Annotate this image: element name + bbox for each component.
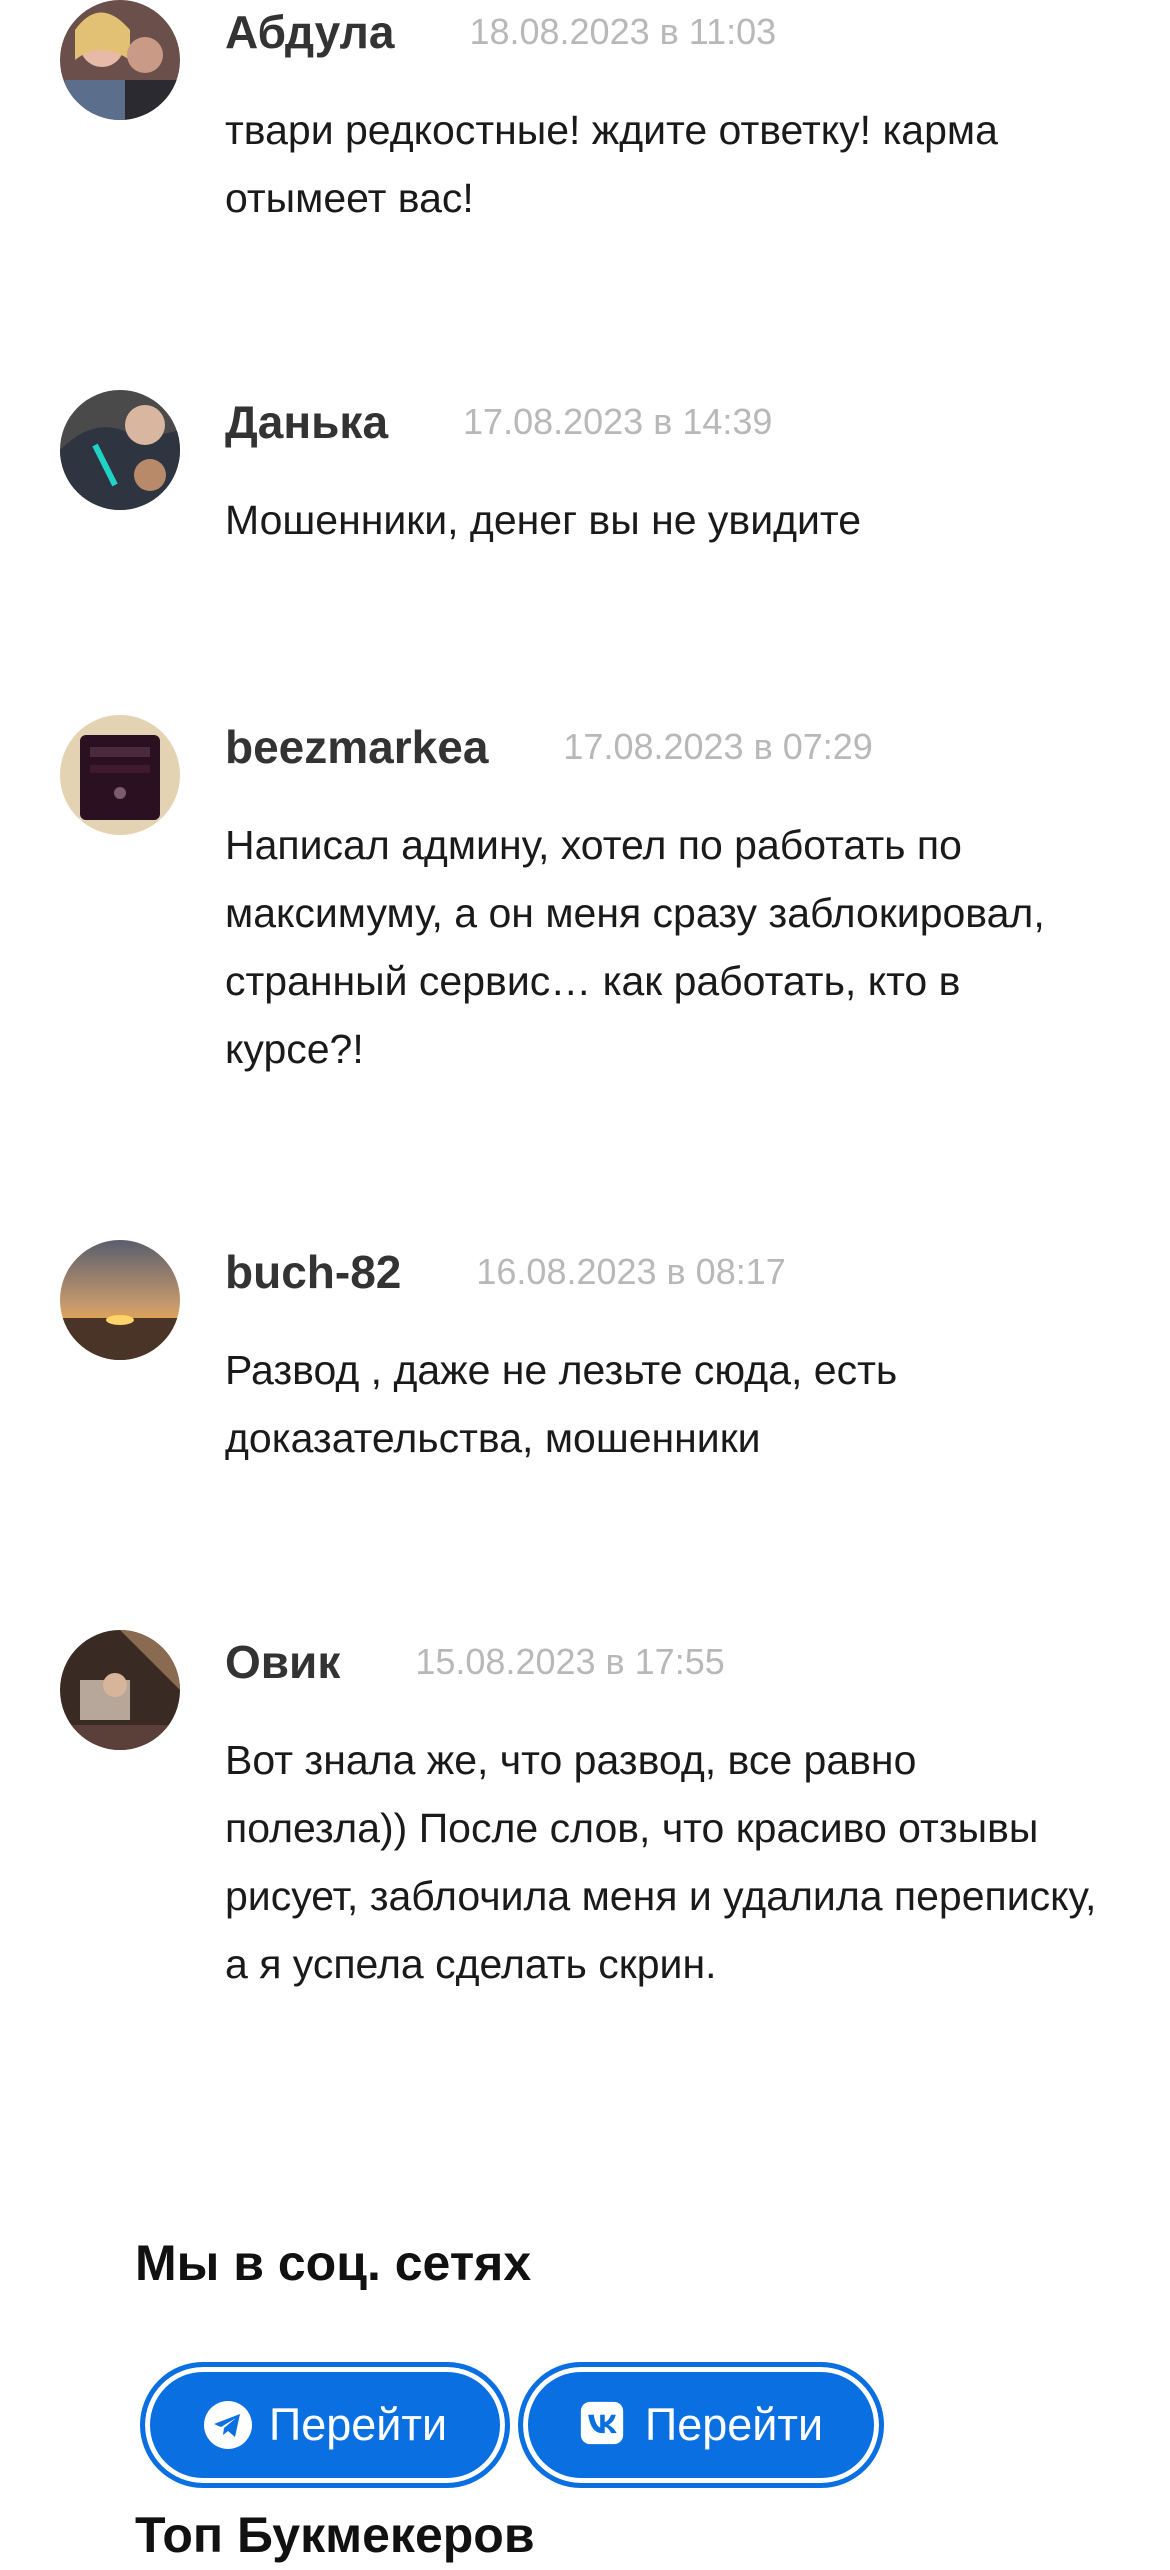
comment-date: 15.08.2023 в 17:55: [415, 1641, 725, 1682]
telegram-icon: [203, 2400, 253, 2450]
comment-author[interactable]: Овик: [225, 1635, 340, 1689]
comment-author[interactable]: Данька: [225, 395, 388, 449]
comment-header: Абдула 18.08.2023 в 11:03: [225, 2, 776, 62]
comment-text: твари редкостные! ждите ответку! карма о…: [225, 107, 998, 221]
comment-author[interactable]: Абдула: [225, 5, 394, 59]
telegram-button[interactable]: Перейти: [140, 2362, 510, 2488]
comment-date: 18.08.2023 в 11:03: [469, 11, 777, 52]
comment-date: 16.08.2023 в 08:17: [476, 1251, 786, 1292]
social-section-title: Мы в соц. сетях: [135, 2235, 532, 2291]
comment-date: 17.08.2023 в 14:39: [463, 401, 773, 442]
vk-button[interactable]: Перейти: [518, 2362, 884, 2488]
comment-text: Написал админу, хотел по работать по мак…: [225, 822, 1045, 1072]
comment-header: buch-82 16.08.2023 в 08:17: [225, 1242, 786, 1302]
avatar[interactable]: [60, 1240, 180, 1360]
comment-header: Данька 17.08.2023 в 14:39: [225, 392, 772, 452]
comment-text: Мошенники, денег вы не увидите: [225, 497, 862, 543]
comment-header: Овик 15.08.2023 в 17:55: [225, 1632, 725, 1692]
vk-button-label: Перейти: [644, 2399, 824, 2450]
avatar[interactable]: [60, 0, 180, 120]
telegram-button-inner: Перейти: [151, 2373, 499, 2477]
telegram-button-label: Перейти: [268, 2399, 448, 2450]
avatar[interactable]: [60, 715, 180, 835]
comment-author[interactable]: buch-82: [225, 1245, 401, 1299]
comment-author[interactable]: beezmarkea: [225, 720, 488, 774]
comment-text: Развод , даже не лезьте сюда, есть доказ…: [225, 1347, 898, 1461]
comment-text: Вот знала же, что развод, все равно поле…: [225, 1737, 1097, 1987]
vk-button-inner: Перейти: [529, 2373, 873, 2477]
avatar[interactable]: [60, 1630, 180, 1750]
comment-date: 17.08.2023 в 07:29: [563, 726, 873, 767]
avatar[interactable]: [60, 390, 180, 510]
vk-icon: [579, 2400, 629, 2450]
top-bookmakers-title: Топ Букмекеров: [135, 2507, 535, 2563]
comment-header: beezmarkea 17.08.2023 в 07:29: [225, 717, 873, 777]
